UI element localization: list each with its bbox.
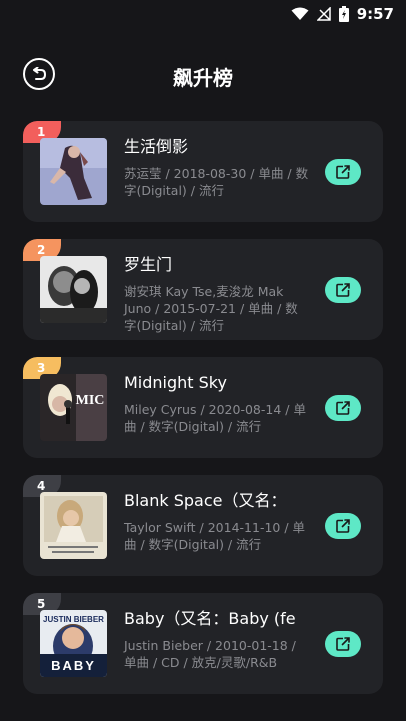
open-external-button[interactable] <box>325 631 361 657</box>
rank-number: 3 <box>37 361 46 375</box>
song-meta: 苏运莹 / 2018-08-30 / 单曲 / 数字(Digital) / 流行 <box>124 166 309 198</box>
open-external-button[interactable] <box>325 395 361 421</box>
list-item[interactable]: 5 JUSTIN BIEBER BABY Baby（又名：Baby (fe Ju… <box>23 593 383 694</box>
album-cover <box>40 256 107 323</box>
song-title: Baby（又名：Baby (fe <box>124 609 296 628</box>
cover-text-bottom: BABY <box>51 658 96 673</box>
song-meta: Miley Cyrus / 2020-08-14 / 单曲 / 数字(Digit… <box>124 402 306 434</box>
song-info: 罗生门 谢安琪 Kay Tse,麦浚龙 Mak Juno / 2015-07-2… <box>124 253 309 334</box>
cover-text-top: JUSTIN BIEBER <box>43 615 104 624</box>
song-list: 1 生活倒影 苏运莹 / 2018-08-30 / 单曲 / 数字(Digita… <box>23 121 383 711</box>
song-info: Blank Space（又名： Taylor Swift / 2014-11-1… <box>124 489 309 553</box>
song-meta: Taylor Swift / 2014-11-10 / 单曲 / 数字(Digi… <box>124 520 306 552</box>
open-external-icon <box>336 519 350 533</box>
album-cover <box>40 138 107 205</box>
open-external-button[interactable] <box>325 159 361 185</box>
song-meta: Justin Bieber / 2010-01-18 / 单曲 / CD / 放… <box>124 638 296 670</box>
list-item[interactable]: 4 Blank Space（又名： Taylor Swift / 2014-11… <box>23 475 383 576</box>
open-external-icon <box>336 401 350 415</box>
list-item[interactable]: 3 MIC Midnight Sky Miley Cyrus / 2020-08… <box>23 357 383 458</box>
wifi-icon <box>291 7 309 20</box>
header: 飙升榜 <box>0 54 406 96</box>
song-title: Blank Space（又名： <box>124 491 287 510</box>
album-cover: JUSTIN BIEBER BABY <box>40 610 107 677</box>
battery-icon <box>338 6 349 22</box>
album-cover: MIC <box>40 374 107 441</box>
no-signal-icon <box>316 7 331 21</box>
album-cover <box>40 492 107 559</box>
song-title: Midnight Sky <box>124 373 227 392</box>
cover-text: MIC <box>76 393 105 408</box>
open-external-icon <box>336 283 350 297</box>
song-title: 罗生门 <box>124 255 173 274</box>
status-time: 9:57 <box>356 5 394 23</box>
open-external-button[interactable] <box>325 277 361 303</box>
rank-number: 2 <box>37 243 46 257</box>
song-info: Midnight Sky Miley Cyrus / 2020-08-14 / … <box>124 371 309 435</box>
open-external-button[interactable] <box>325 513 361 539</box>
song-title: 生活倒影 <box>124 137 189 156</box>
open-external-icon <box>336 165 350 179</box>
rank-number: 1 <box>37 125 46 139</box>
page-title: 飙升榜 <box>173 66 233 90</box>
status-bar: 9:57 <box>0 0 406 28</box>
song-info: Baby（又名：Baby (fe Justin Bieber / 2010-01… <box>124 607 309 671</box>
song-info: 生活倒影 苏运莹 / 2018-08-30 / 单曲 / 数字(Digital)… <box>124 135 309 199</box>
rank-number: 5 <box>37 597 46 611</box>
list-item[interactable]: 1 生活倒影 苏运莹 / 2018-08-30 / 单曲 / 数字(Digita… <box>23 121 383 222</box>
list-item[interactable]: 2 罗生门 谢安琪 Kay Tse,麦浚龙 Mak Juno / 2015-07… <box>23 239 383 340</box>
status-icons: 9:57 <box>291 5 394 23</box>
song-meta: 谢安琪 Kay Tse,麦浚龙 Mak Juno / 2015-07-21 / … <box>124 284 298 333</box>
open-external-icon <box>336 637 350 651</box>
rank-number: 4 <box>37 479 46 493</box>
